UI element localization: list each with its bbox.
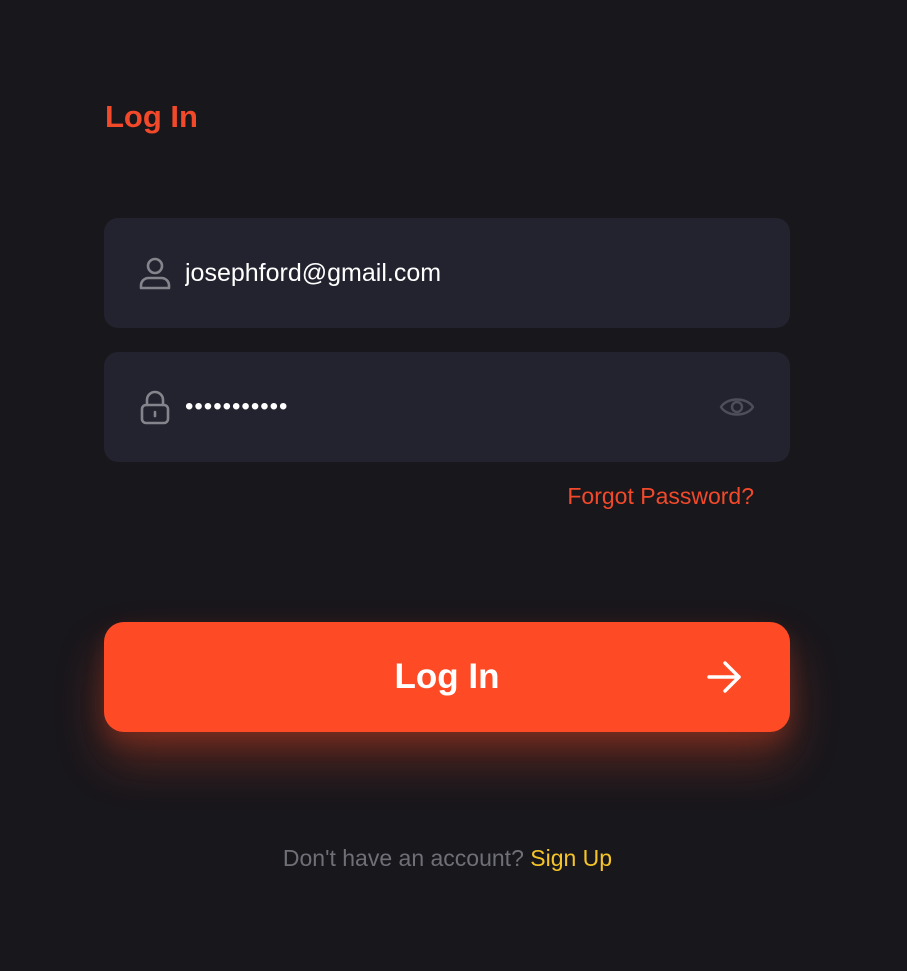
page-title: Log In [105, 99, 198, 134]
user-icon [139, 257, 171, 290]
forgot-password-link[interactable]: Forgot Password? [567, 483, 754, 509]
signup-row: Don't have an account? Sign Up [0, 844, 895, 872]
password-input[interactable] [185, 352, 705, 462]
email-field[interactable] [104, 218, 790, 328]
eye-icon[interactable] [718, 389, 756, 425]
password-field[interactable] [104, 352, 790, 462]
login-button[interactable]: Log In [104, 622, 790, 732]
signup-link[interactable]: Sign Up [530, 845, 612, 871]
lock-icon [140, 390, 170, 425]
signup-prompt: Don't have an account? [282, 845, 524, 871]
login-button-label: Log In [394, 657, 500, 696]
arrow-right-icon [707, 661, 741, 693]
email-input[interactable] [185, 218, 705, 328]
